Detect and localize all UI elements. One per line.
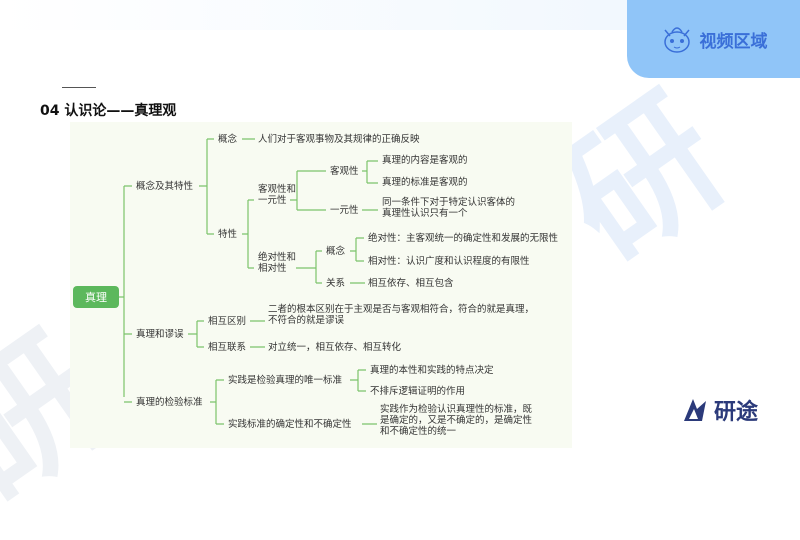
node-objectivity: 客观性 bbox=[330, 166, 359, 177]
leaf: 真理的标准是客观的 bbox=[382, 177, 468, 188]
leaf: 二者的根本区别在于主观是否与客观相符合，符合的就是真理， 不符合的就是谬误 bbox=[268, 304, 535, 326]
node-dual: 实践标准的确定性和不确定性 bbox=[228, 419, 352, 430]
leaf: 绝对性：主客观统一的确定性和发展的无限性 bbox=[368, 233, 559, 244]
node-diff: 相互区别 bbox=[208, 316, 247, 327]
node-abs-rel: 绝对性和 相对性 bbox=[258, 252, 297, 274]
leaf: 相互依存、相互包含 bbox=[368, 278, 454, 289]
node-concept: 概念 bbox=[218, 134, 238, 145]
leaf: 对立统一，相互依存、相互转化 bbox=[268, 342, 402, 353]
node-traits: 特性 bbox=[218, 229, 238, 240]
mindmap-connectors bbox=[119, 138, 378, 425]
concept-text: 人们对于客观事物及其规律的正确反映 bbox=[258, 134, 420, 145]
leaf: 同一条件下对于特定认识客体的 真理性认识只有一个 bbox=[382, 197, 516, 219]
node-unity: 一元性 bbox=[330, 205, 359, 216]
logo-icon bbox=[684, 399, 706, 421]
brand-logo: 研途 bbox=[680, 394, 758, 426]
node-only-criterion: 实践是检验真理的唯一标准 bbox=[228, 375, 343, 386]
leaf: 相对性：认识广度和认识程度的有限性 bbox=[368, 256, 530, 267]
node-criterion: 真理的检验标准 bbox=[136, 397, 203, 408]
node-concept-traits: 概念及其特性 bbox=[136, 181, 194, 192]
node-truth-error: 真理和谬误 bbox=[136, 329, 184, 340]
node-obj-unity: 客观性和 一元性 bbox=[258, 184, 297, 206]
node-link: 相互联系 bbox=[208, 342, 247, 353]
root-node: 真理 bbox=[73, 286, 119, 308]
logo-text: 研途 bbox=[714, 400, 759, 425]
leaf: 实践作为检验认识真理性的标准，既 是确定的，又是不确定的，是确定性 和不确定性的统一 bbox=[380, 404, 533, 437]
leaf: 真理的内容是客观的 bbox=[382, 155, 468, 166]
leaf: 真理的本性和实践的特点决定 bbox=[370, 365, 494, 376]
leaf: 不排斥逻辑证明的作用 bbox=[370, 386, 466, 397]
node-ar-relation: 关系 bbox=[326, 278, 346, 289]
node-ar-concept: 概念 bbox=[326, 246, 346, 257]
